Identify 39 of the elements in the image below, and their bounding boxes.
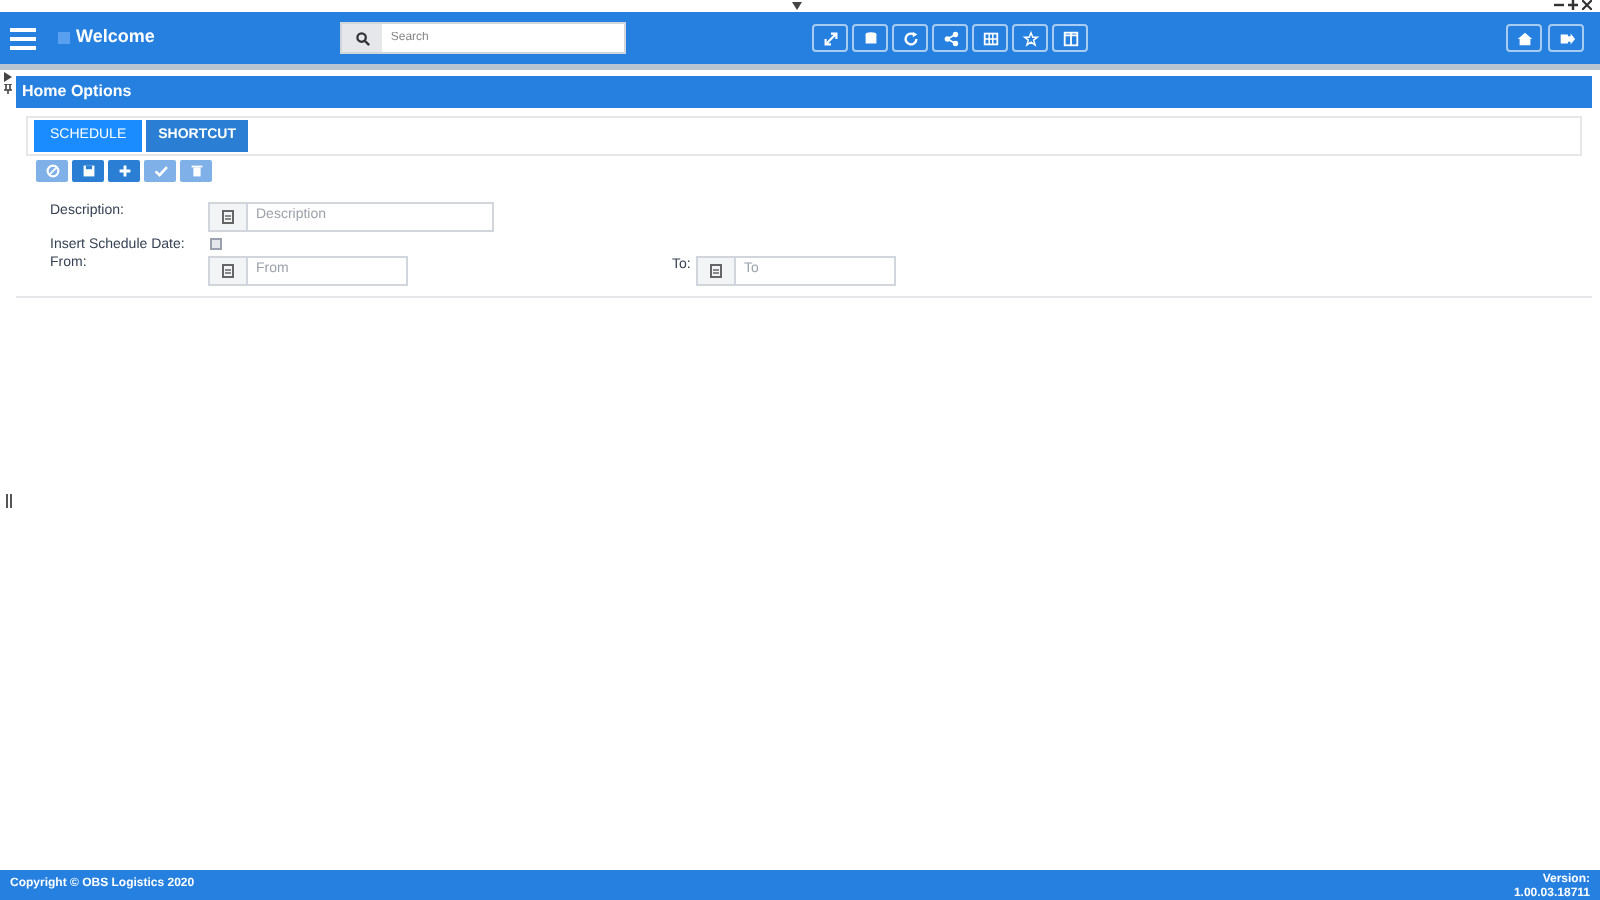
close-icon[interactable]	[1582, 0, 1592, 10]
share-button[interactable]	[932, 24, 969, 52]
panel-title: Home Options	[22, 80, 132, 104]
columns-button[interactable]	[1052, 24, 1089, 52]
document-icon	[222, 264, 234, 278]
grid-button[interactable]	[972, 24, 1009, 52]
logout-icon	[1557, 29, 1575, 47]
logout-button[interactable]	[1548, 24, 1584, 52]
menu-icon[interactable]	[10, 27, 36, 49]
maximize-icon[interactable]	[1568, 0, 1578, 10]
save-button[interactable]	[72, 160, 104, 182]
pin-icon[interactable]	[4, 84, 12, 94]
columns-icon	[1061, 29, 1080, 47]
database-button[interactable]	[852, 24, 889, 52]
expand-icon	[821, 29, 840, 47]
document-icon	[710, 264, 722, 278]
star-button[interactable]	[1012, 24, 1049, 52]
database-icon	[861, 29, 880, 47]
search-icon	[355, 31, 370, 45]
save-icon	[79, 162, 97, 180]
home-button[interactable]	[1506, 24, 1542, 52]
expand-arrow-icon[interactable]	[4, 72, 12, 82]
grid-icon	[981, 29, 1000, 47]
refresh-icon	[901, 29, 920, 47]
plus-button[interactable]	[108, 160, 140, 182]
expand-button[interactable]	[812, 24, 849, 52]
minimize-icon[interactable]	[1554, 0, 1564, 10]
checkmark-icon	[151, 162, 169, 180]
share-icon	[941, 29, 960, 47]
trash-icon	[187, 162, 205, 180]
app-title: Welcome	[76, 24, 155, 51]
cancel-icon	[43, 162, 61, 180]
refresh-button[interactable]	[892, 24, 929, 52]
resize-handle-icon[interactable]	[5, 494, 11, 508]
checkbox[interactable]	[210, 238, 222, 250]
star-icon	[1021, 29, 1040, 47]
dropdown-arrow-icon[interactable]	[792, 2, 802, 10]
document-icon	[222, 210, 234, 224]
plus-icon	[115, 162, 133, 180]
